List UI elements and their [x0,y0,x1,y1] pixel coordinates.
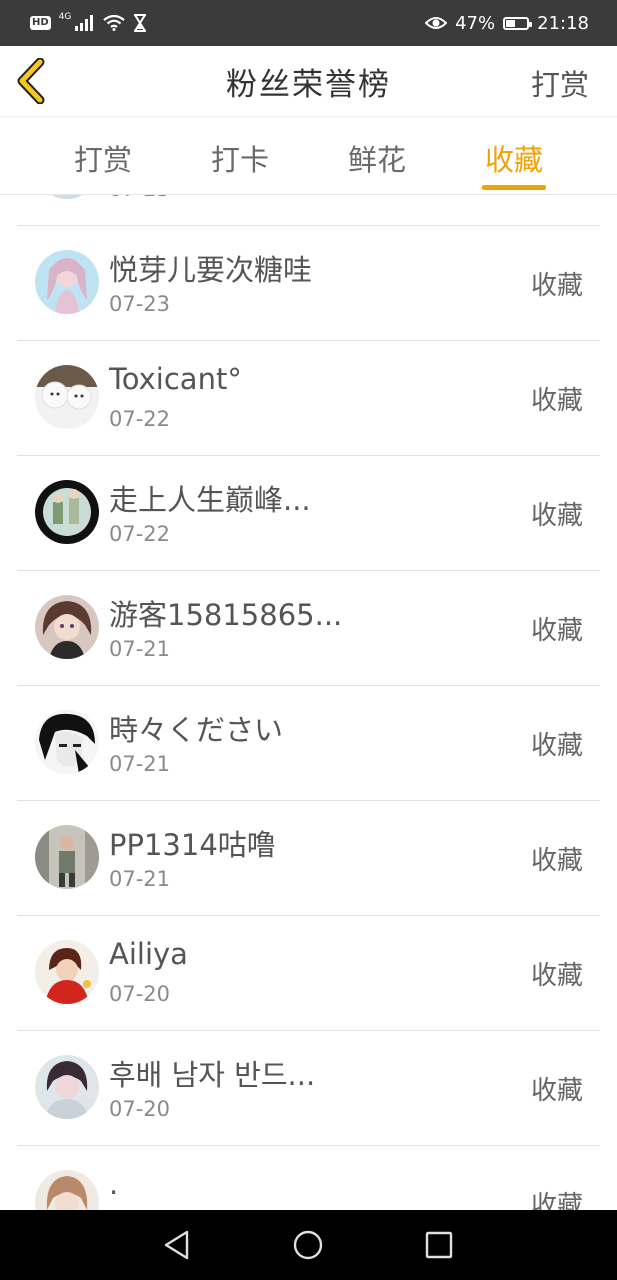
item-date: 07-23 [109,195,170,201]
battery-icon [503,16,533,30]
battery-level [506,19,516,27]
tab-reward[interactable]: 打赏 [74,137,132,179]
item-action: 收藏 [530,961,583,991]
circle-home-icon [293,1230,323,1260]
fan-list[interactable]: 07-23 悦芽儿要次糖哇 07-23 收藏 Toxicant° [0,195,617,1210]
tab-favorites[interactable]: 收藏 [485,137,543,179]
item-date: 07-21 [109,867,171,891]
item-name: 游客15815865... [109,598,343,632]
item-action: 收藏 [530,846,583,876]
avatar [35,365,99,429]
item-action: 收藏 [530,271,583,301]
item-action: 收藏 [530,501,583,531]
network-type: 4G [58,12,72,22]
active-tab-indicator [482,185,546,190]
tab-bar: 打赏 打卡 鲜花 收藏 [0,117,617,195]
item-date: 07-21 [109,752,171,776]
nav-home-button[interactable] [291,1228,325,1262]
list-item[interactable]: 走上人生巅峰... 07-22 收藏 [17,455,600,571]
avatar [35,710,99,774]
list-item[interactable]: 游客15815865... 07-21 收藏 [17,570,600,686]
status-right: 47% 21:18 [425,13,589,34]
list-item[interactable]: 悦芽儿要次糖哇 07-23 收藏 [17,225,600,341]
signal-icon [75,15,94,31]
clock: 21:18 [537,12,589,34]
list-item[interactable]: 07-23 [17,195,600,226]
chevron-left-icon [17,57,45,105]
status-bar: HD 4G 47% 21:18 [0,0,617,46]
item-name: 時々ください [109,713,284,747]
item-action: 收藏 [530,1076,583,1106]
reward-button[interactable]: 打赏 [531,62,589,104]
tab-checkin[interactable]: 打卡 [211,137,269,179]
battery-percent: 47% [455,12,496,34]
avatar [35,940,99,1004]
item-action: 收藏 [530,1191,583,1210]
app-header: 粉丝荣誉榜 打赏 [0,46,617,117]
item-name: 후배 남자 반드... [109,1058,316,1092]
list-item[interactable]: 時々ください 07-21 收藏 [17,685,600,801]
avatar [35,1055,99,1119]
tab-flowers[interactable]: 鲜花 [348,137,406,179]
triangle-back-icon [164,1230,189,1260]
item-date: 07-20 [109,982,171,1006]
nav-back-button[interactable] [160,1228,194,1262]
item-name: 走上人生巅峰... [109,483,311,517]
nav-recent-button[interactable] [422,1228,456,1262]
list-item[interactable]: PP1314咕噜 07-21 收藏 [17,800,600,916]
item-date: 07-22 [109,407,171,431]
status-left: HD 4G [30,12,147,32]
avatar [35,480,99,544]
hourglass-icon [134,14,147,32]
item-name: 悦芽儿要次糖哇 [109,253,313,287]
item-name: Toxicant° [109,362,242,396]
item-date: 07-23 [109,292,171,316]
avatar [35,250,99,314]
system-nav-bar [0,1210,617,1280]
avatar [35,825,99,889]
avatar [35,595,99,659]
item-name: Ailiya [109,937,188,971]
item-date: 07-21 [109,637,171,661]
item-action: 收藏 [530,386,583,416]
list-item[interactable]: Toxicant° 07-22 收藏 [17,340,600,456]
item-date: 07-20 [109,1097,171,1121]
page-title: 粉丝荣誉榜 [226,66,391,103]
list-item[interactable]: 후배 남자 반드... 07-20 收藏 [17,1030,600,1146]
list-item[interactable]: Ailiya 07-20 收藏 [17,915,600,1031]
back-button[interactable] [14,57,54,105]
wifi-icon [103,15,126,31]
avatar [35,195,99,199]
item-date: 07-22 [109,522,171,546]
item-action: 收藏 [530,616,583,646]
item-name: PP1314咕噜 [109,828,276,862]
item-name: . [109,1167,119,1201]
item-action: 收藏 [530,731,583,761]
avatar [35,1170,99,1210]
eye-icon [425,17,448,29]
list-item[interactable]: . 收藏 [17,1145,600,1210]
hd-badge: HD [30,16,51,30]
square-recent-icon [425,1231,453,1259]
